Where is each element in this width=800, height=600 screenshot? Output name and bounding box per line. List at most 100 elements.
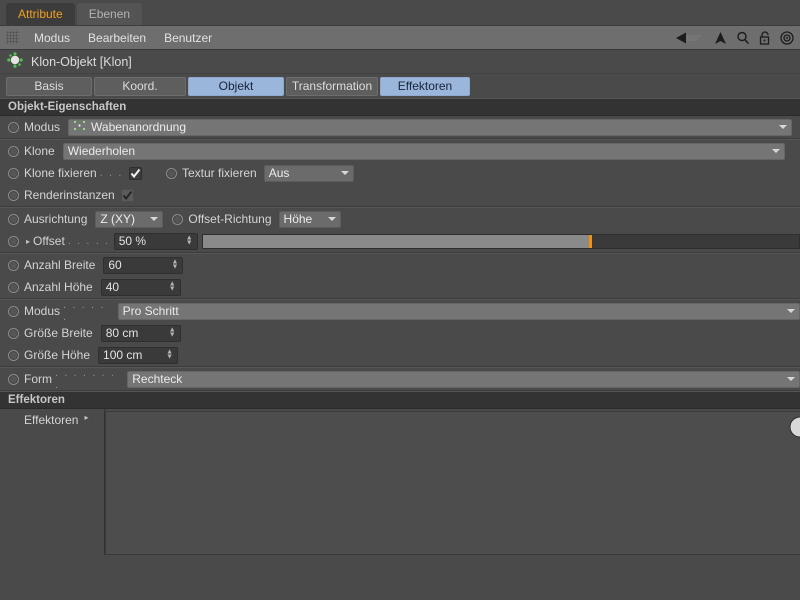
tab-objekt[interactable]: Objekt — [188, 76, 284, 96]
ausrichtung-value: Z (XY) — [100, 212, 136, 226]
label-dots-klone-fixieren: . . . — [99, 167, 123, 179]
tab-basis[interactable]: Basis — [6, 76, 92, 96]
grip-dots-icon[interactable] — [6, 31, 19, 44]
label-dots-offset: . . . . . — [67, 235, 110, 247]
animate-bullet-offset-richtung[interactable] — [172, 213, 184, 225]
textur-fixieren-value: Aus — [268, 166, 290, 180]
honeycomb-arrangement-icon — [73, 120, 86, 134]
menu-item-benutzer[interactable]: Benutzer — [155, 26, 221, 49]
label-renderinstanzen: Renderinstanzen — [24, 188, 115, 202]
animate-bullet-modus-bottom[interactable] — [8, 305, 19, 317]
tab-effektoren[interactable]: Effektoren — [380, 76, 470, 96]
menu-item-benutzer-label: Benutzer — [164, 30, 213, 45]
tab-effektoren-label: Effektoren — [397, 79, 453, 93]
menu-item-modus-label: Modus — [34, 30, 71, 45]
tab-koord-label: Koord. — [122, 79, 158, 93]
spinner-down-icon: ▼ — [168, 331, 176, 339]
modus-bottom-dropdown[interactable]: Pro Schritt — [117, 302, 800, 320]
animate-bullet-ausrichtung[interactable] — [8, 213, 19, 225]
anzahl-breite-stepper[interactable]: ▲ ▼ — [171, 259, 179, 271]
back-arrow-icon[interactable] — [675, 31, 705, 45]
row-anzahl-hoehe: Anzahl Höhe 40 ▲ ▼ — [0, 276, 800, 298]
animate-bullet-form[interactable] — [8, 373, 19, 385]
offset-number-field[interactable]: 50 % ▲ ▼ — [113, 232, 198, 250]
anzahl-hoehe-field[interactable]: 40 ▲ ▼ — [100, 278, 181, 296]
offset-slider[interactable] — [201, 233, 800, 249]
offset-stepper[interactable]: ▲ ▼ — [186, 235, 193, 247]
mode-tab-bar: Basis Koord. Objekt Transformation Effek… — [0, 74, 800, 98]
animate-bullet-anzahl-hoehe[interactable] — [8, 281, 19, 293]
animate-bullet-klone-fixieren[interactable] — [8, 167, 19, 179]
menu-item-bearbeiten[interactable]: Bearbeiten — [79, 26, 155, 49]
tab-attribute[interactable]: Attribute — [6, 3, 75, 25]
modus-dropdown-value: Wabenanordnung — [91, 120, 186, 134]
section-header-object-properties: Objekt-Eigenschaften — [0, 98, 800, 116]
anzahl-hoehe-stepper[interactable]: ▲ ▼ — [169, 281, 176, 293]
search-magnifier-icon[interactable] — [736, 31, 750, 45]
spinner-down-icon: ▼ — [171, 263, 179, 271]
klone-dropdown[interactable]: Wiederholen — [62, 142, 785, 160]
groesse-breite-stepper[interactable]: ▲ ▼ — [168, 327, 176, 339]
animate-bullet-klone[interactable] — [8, 145, 19, 157]
triangle-right-icon[interactable]: ▸ — [84, 413, 88, 422]
tab-transformation[interactable]: Transformation — [286, 76, 378, 96]
page-title: Klon-Objekt [Klon] — [31, 54, 132, 69]
klone-fixieren-checkbox[interactable] — [129, 166, 142, 180]
label-textur-fixieren: Textur fixieren — [182, 166, 257, 180]
label-anzahl-breite: Anzahl Breite — [24, 258, 96, 272]
panel-tab-strip: Attribute Ebenen — [0, 0, 800, 26]
groesse-hoehe-stepper[interactable]: ▲ ▼ — [166, 349, 173, 361]
effektoren-dropzone[interactable] — [105, 411, 800, 555]
triangle-right-icon[interactable]: ▸ — [26, 237, 30, 246]
animate-bullet-groesse-hoehe[interactable] — [8, 349, 19, 361]
offset-slider-fill — [202, 234, 591, 248]
chevron-down-icon — [787, 309, 795, 313]
groesse-hoehe-field[interactable]: 100 cm ▲ ▼ — [98, 346, 179, 364]
object-title-bar: Klon-Objekt [Klon] — [0, 50, 800, 74]
tab-koord[interactable]: Koord. — [94, 76, 186, 96]
label-offset: Offset — [33, 234, 65, 248]
offset-slider-marker[interactable] — [589, 234, 593, 248]
form-dropdown[interactable]: Rechteck — [127, 370, 800, 388]
row-modus-bottom: Modus . . . . . . Pro Schritt — [0, 299, 800, 323]
animate-bullet-anzahl-breite[interactable] — [8, 259, 19, 271]
menu-item-modus[interactable]: Modus — [25, 26, 79, 49]
label-modus-top: Modus — [24, 120, 61, 134]
ausrichtung-dropdown[interactable]: Z (XY) — [95, 210, 164, 228]
tab-ebenen-label: Ebenen — [88, 7, 131, 21]
chevron-down-icon — [779, 125, 788, 129]
label-klone: Klone — [24, 144, 55, 158]
anzahl-hoehe-value: 40 — [105, 280, 120, 294]
textur-fixieren-dropdown[interactable]: Aus — [263, 164, 354, 182]
offset-richtung-dropdown[interactable]: Höhe — [278, 210, 341, 228]
section-header-effectors-label: Effektoren — [8, 394, 65, 406]
up-arrow-icon[interactable] — [714, 31, 727, 45]
animate-bullet-renderinstanzen[interactable] — [8, 189, 19, 201]
group-klone: Klone Wiederholen Klone fixieren . . . T… — [0, 139, 800, 207]
label-form: Form — [24, 372, 52, 386]
animate-bullet-textur-fixieren[interactable] — [166, 167, 177, 179]
label-groesse-breite: Größe Breite — [24, 326, 93, 340]
group-modus: Modus Wabenanordnung — [0, 116, 800, 139]
target-circle-icon[interactable] — [780, 30, 794, 45]
tab-basis-label: Basis — [34, 79, 64, 93]
modus-dropdown[interactable]: Wabenanordnung — [68, 118, 793, 136]
label-groesse-hoehe: Größe Höhe — [24, 348, 91, 362]
panel-filler — [0, 555, 800, 600]
groesse-breite-field[interactable]: 80 cm ▲ ▼ — [100, 324, 181, 342]
chevron-down-icon — [327, 217, 336, 221]
unlocked-padlock-icon[interactable] — [759, 30, 771, 45]
animate-bullet-modus[interactable] — [8, 121, 19, 133]
group-anzahl: Anzahl Breite 60 ▲ ▼ Anzahl Höhe 40 ▲ ▼ — [0, 253, 800, 299]
row-anzahl-breite: Anzahl Breite 60 ▲ ▼ — [0, 254, 800, 276]
animate-bullet-offset[interactable] — [8, 235, 19, 247]
label-ausrichtung: Ausrichtung — [24, 212, 88, 226]
tab-ebenen[interactable]: Ebenen — [76, 3, 143, 25]
label-effektoren: Effektoren — [24, 413, 79, 427]
row-klone-fixieren: Klone fixieren . . . Textur fixieren Aus — [0, 162, 800, 184]
offset-value: 50 % — [118, 234, 147, 248]
renderinstanzen-checkbox[interactable] — [120, 188, 134, 202]
animate-bullet-groesse-breite[interactable] — [8, 327, 19, 339]
anzahl-breite-field[interactable]: 60 ▲ ▼ — [103, 256, 184, 274]
label-dots-modus-bottom: . . . . . . — [63, 299, 105, 323]
